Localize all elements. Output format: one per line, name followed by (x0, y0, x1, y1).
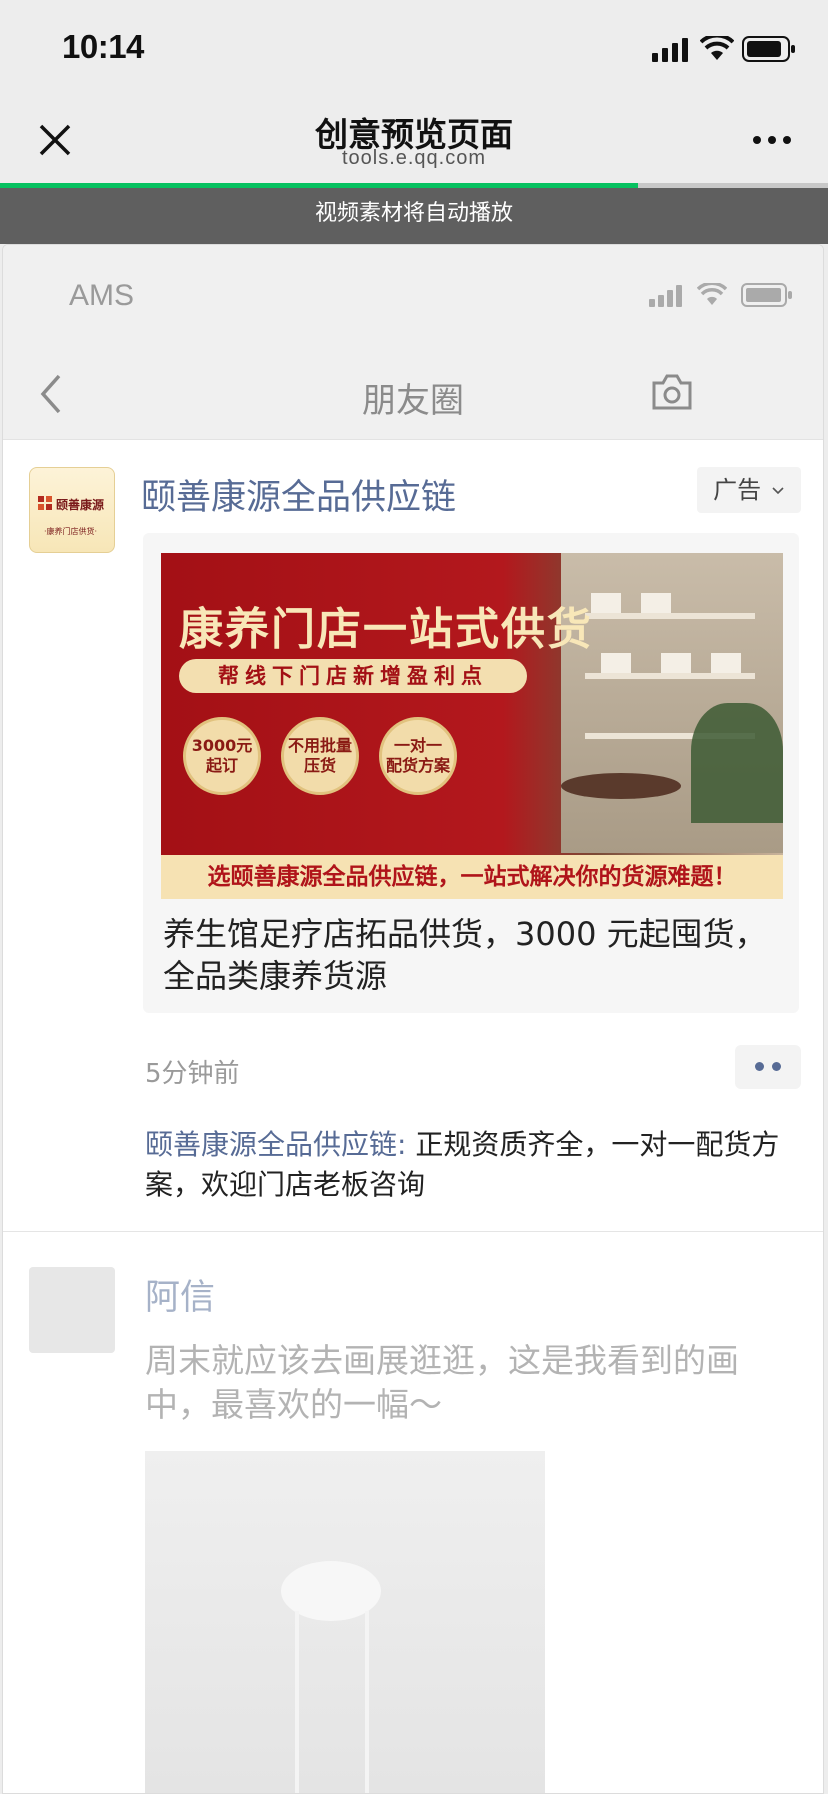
post2-text: 周末就应该去画展逛逛，这是我看到的画中，最喜欢的一幅～ (145, 1341, 739, 1424)
ad-comment: 颐善康源全品供应链: 正规资质齐全，一对一配货方案，欢迎门店老板咨询 (145, 1125, 795, 1205)
ad-avatar[interactable]: 颐善康源 ·康养门店供货· (29, 467, 115, 553)
inner-signal-icon (649, 285, 682, 307)
wifi-icon (700, 36, 734, 60)
more-options-icon[interactable] (752, 134, 792, 146)
inner-wifi-icon (697, 283, 727, 305)
post2-image[interactable] (145, 1451, 545, 1793)
creative-headline: 康养门店一站式供货 (179, 604, 593, 655)
creative-ribbon: 帮线下门店新增盈利点 (179, 659, 527, 693)
actions-dot-icon (772, 1062, 781, 1071)
logo-mark-icon (38, 496, 52, 510)
chair-leg (295, 1611, 299, 1793)
store-shelf-photo (561, 553, 783, 853)
comment-author[interactable]: 颐善康源全品供应链: (145, 1128, 406, 1161)
post-divider (3, 1231, 823, 1232)
battery-icon (742, 36, 795, 62)
ad-account-name[interactable]: 颐善康源全品供应链 (141, 469, 456, 520)
autoplay-banner: 视频素材将自动播放 (0, 188, 828, 244)
avatar-brand-sub: ·康养门店供货· (44, 527, 98, 536)
preview-frame: AMS 朋友圈 颐善康源 ·康养门店供货· 颐善康源全品供应链 广告 康养门店一… (2, 244, 824, 1794)
page-url: tools.e.qq.com (341, 147, 487, 169)
post-timestamp: 5分钟前 (145, 1059, 240, 1089)
creative-badge-min-order: 3000元 起订 (183, 717, 261, 795)
ad-creative-image[interactable]: 康养门店一站式供货 帮线下门店新增盈利点 3000元 起订 不用批量 压货 一对… (161, 553, 783, 899)
creative-slogan: 选颐善康源全品供应链，一站式解决你的货源难题！ (161, 855, 783, 899)
camera-icon[interactable] (651, 373, 693, 411)
inner-carrier: AMS (69, 279, 135, 312)
post2-author[interactable]: 阿信 (145, 1269, 215, 1320)
post-actions-button[interactable] (735, 1045, 801, 1089)
post2-avatar[interactable] (29, 1267, 115, 1353)
moments-title: 朋友圈 (362, 381, 464, 421)
creative-badge-one-on-one: 一对一 配货方案 (379, 717, 457, 795)
ad-description[interactable]: 养生馆足疗店拓品供货，3000 元起囤货，全品类康养货源 (163, 913, 783, 997)
chair-leg (365, 1611, 369, 1793)
actions-dot-icon (755, 1062, 764, 1071)
avatar-brand-name: 颐善康源 (56, 498, 105, 512)
status-time: 10:14 (62, 28, 144, 65)
ad-tag-label: 广告 (713, 476, 762, 504)
chevron-down-icon (772, 487, 784, 495)
signal-icon (652, 38, 688, 62)
inner-battery-icon (741, 283, 792, 307)
ad-tag-button[interactable]: 广告 (697, 467, 801, 513)
creative-badge-no-stock: 不用批量 压货 (281, 717, 359, 795)
